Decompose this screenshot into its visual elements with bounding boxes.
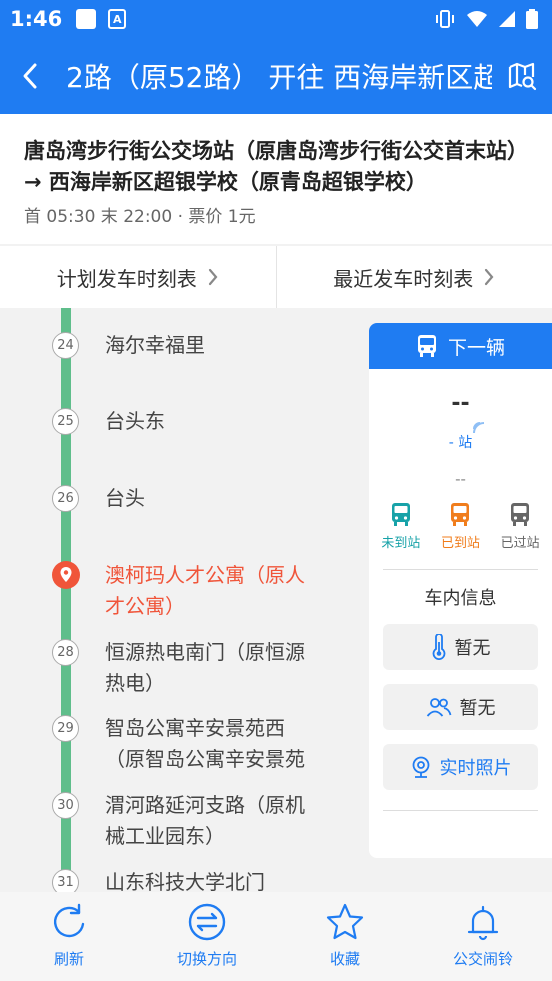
station-list[interactable]: 24 海尔幸福里 25 台头东 26 台头 澳柯玛人才公寓（原人才公寓） 28 …	[0, 308, 370, 892]
stops-away: - 站	[369, 422, 552, 452]
next-bus-label: 下一辆	[447, 336, 505, 359]
notification-square-icon	[76, 9, 97, 29]
station-number: 25	[52, 408, 79, 435]
bus-icon	[511, 503, 530, 526]
legend-label: 已过站	[500, 536, 540, 551]
status-icons	[434, 9, 538, 29]
back-button[interactable]	[0, 38, 60, 114]
route-info: 唐岛湾步行街公交场站（原唐岛湾步行街公交首末站） → 西海岸新区超银学校（原青岛…	[0, 114, 552, 244]
bus-status-legend: 未到站 已到站 已过站	[369, 502, 552, 551]
route-title: 唐岛湾步行街公交场站（原唐岛湾步行街公交首末站） → 西海岸新区超银学校（原青岛…	[24, 139, 528, 194]
plan-schedule-button[interactable]: 计划发车时刻表	[0, 246, 276, 308]
station-name: 山东科技大学北门	[105, 870, 265, 892]
status-bar: 1:46 A	[0, 0, 552, 38]
temperature-button[interactable]: 暂无	[383, 624, 538, 670]
plan-schedule-label: 计划发车时刻表	[56, 266, 197, 291]
refresh-button[interactable]: 刷新	[0, 892, 138, 981]
crowd-value: 暂无	[459, 698, 496, 719]
station-name: 海尔幸福里	[105, 333, 205, 357]
panel-divider	[383, 569, 538, 570]
switch-direction-icon	[188, 903, 226, 941]
switch-direction-label: 切换方向	[176, 950, 237, 968]
stops-away-text: - 站	[448, 435, 473, 451]
vibrate-icon	[436, 10, 454, 28]
station-name: 恒源热电南门（原恒源热电）	[105, 640, 305, 695]
switch-direction-button[interactable]: 切换方向	[138, 892, 276, 981]
next-bus-header[interactable]: 下一辆	[369, 323, 552, 369]
station-name: 台头东	[105, 409, 165, 433]
chevron-right-icon	[485, 268, 494, 286]
realtime-signal-icon	[473, 422, 485, 434]
thermometer-icon	[432, 634, 445, 660]
status-time: 1:46	[10, 7, 63, 31]
station-number: 28	[52, 639, 79, 666]
bus-icon	[417, 335, 436, 357]
camera-icon	[412, 756, 429, 778]
wifi-icon	[467, 11, 487, 27]
bus-icon	[391, 503, 410, 526]
app-notification-icon: A	[108, 9, 127, 29]
star-icon	[326, 903, 364, 940]
station-number: 31	[52, 869, 79, 892]
next-bus-panel: 下一辆 -- - 站 -- 未到站 已到站 已过站 车内信息 暂无 暂无 实时照…	[369, 323, 552, 858]
location-pin-icon	[52, 561, 80, 589]
panel-divider	[383, 810, 538, 811]
station-name: 澳柯玛人才公寓（原人才公寓）	[105, 563, 305, 618]
battery-icon	[526, 9, 538, 29]
route-subtitle: 首 05:30 末 22:00 · 票价 1元	[24, 207, 256, 227]
app-bar: 2路（原52路） 开往 西海岸新区超银学校	[0, 38, 552, 114]
legend-not-arrived: 未到站	[381, 502, 420, 551]
legend-passed: 已过站	[501, 502, 540, 551]
bell-icon	[467, 905, 499, 941]
live-photo-button[interactable]: 实时照片	[383, 744, 538, 790]
bus-alarm-label: 公交闹铃	[452, 950, 513, 968]
station-number: 24	[52, 332, 79, 359]
refresh-label: 刷新	[53, 950, 84, 968]
legend-label: 已到站	[440, 536, 480, 551]
temperature-value: 暂无	[454, 638, 491, 659]
map-search-icon	[508, 62, 537, 91]
schedule-row: 计划发车时刻表 最近发车时刻表	[0, 246, 552, 308]
chevron-left-icon	[23, 63, 37, 89]
recent-schedule-button[interactable]: 最近发车时刻表	[277, 246, 552, 308]
bus-icon	[451, 503, 470, 526]
favorite-label: 收藏	[329, 950, 360, 968]
passengers-icon	[426, 698, 451, 717]
favorite-button[interactable]: 收藏	[276, 892, 414, 981]
legend-arrived: 已到站	[441, 502, 480, 551]
page-title: 2路（原52路） 开往 西海岸新区超银学校	[66, 61, 492, 94]
bottom-nav: 刷新 切换方向 收藏 公交闹铃	[0, 892, 552, 981]
next-bus-time: --	[455, 470, 466, 488]
station-name: 渭河路延河支路（原机械工业园东）	[105, 793, 305, 848]
recent-schedule-label: 最近发车时刻表	[333, 266, 474, 291]
station-number: 30	[52, 792, 79, 819]
refresh-icon	[53, 903, 85, 938]
legend-label: 未到站	[381, 536, 421, 551]
in-bus-info-title: 车内信息	[424, 588, 497, 609]
next-bus-distance: --	[451, 391, 470, 416]
crowd-button[interactable]: 暂无	[383, 684, 538, 730]
station-name: 智岛公寓辛安景苑西（原智岛公寓辛安景苑西）	[105, 716, 305, 771]
chevron-right-icon	[208, 268, 218, 286]
map-button[interactable]	[492, 38, 552, 114]
station-number: 26	[52, 485, 79, 512]
live-photo-label: 实时照片	[439, 758, 512, 779]
bus-alarm-button[interactable]: 公交闹铃	[414, 892, 552, 981]
station-number: 29	[52, 715, 79, 742]
signal-icon	[499, 11, 515, 27]
station-name: 台头	[105, 486, 145, 510]
